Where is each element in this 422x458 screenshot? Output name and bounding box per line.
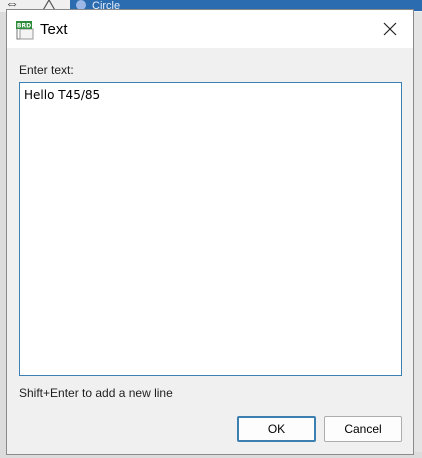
text-input[interactable]: Hello T45/85 [19, 82, 402, 376]
dialog-content: Enter text: Hello T45/85 Shift+Enter to … [7, 48, 413, 454]
enter-text-label: Enter text: [19, 63, 74, 77]
background-right-panel [413, 12, 422, 458]
dialog-titlebar[interactable]: BRD Text [7, 10, 413, 48]
dialog-title: Text [40, 21, 68, 38]
text-dialog: BRD Text Enter text: Hello T45/85 Shift+… [6, 9, 414, 455]
new-line-hint: Shift+Enter to add a new line [19, 386, 173, 400]
close-button[interactable] [367, 10, 413, 48]
brd-app-icon: BRD [16, 21, 34, 40]
app-icon-text: BRD [17, 23, 31, 30]
close-icon [383, 22, 397, 36]
cancel-button[interactable]: Cancel [324, 416, 402, 442]
ok-button[interactable]: OK [237, 416, 316, 442]
